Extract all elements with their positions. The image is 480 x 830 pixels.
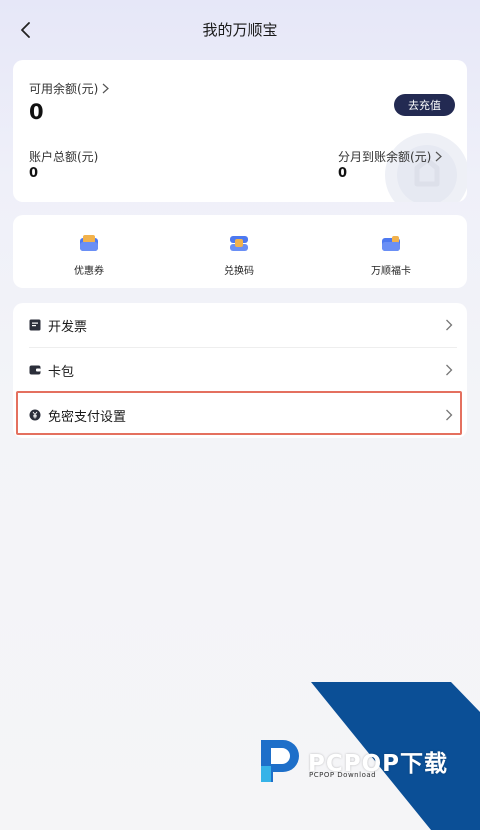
wallet-icon [29, 365, 41, 375]
menu-item-invoice[interactable]: 开发票 [13, 303, 467, 347]
gift-card-icon [382, 236, 400, 251]
coupon-icon [80, 235, 98, 251]
chevron-right-icon [435, 151, 443, 162]
redeem-code-icon [230, 236, 248, 251]
available-balance-label: 可用余额(元) [29, 82, 99, 96]
quick-actions-card: 优惠券 兑换码 万顺福卡 [13, 215, 467, 288]
menu-item-label: 开发票 [48, 319, 88, 335]
available-balance-link[interactable]: 可用余额(元) [29, 80, 110, 97]
chevron-right-icon [446, 364, 453, 376]
balance-card: 可用余额(元) 0 去充值 账户总额(元) 0 分月到账余额(元) 0 [13, 60, 467, 202]
available-balance-value: 0 [29, 100, 44, 124]
coupon-button[interactable]: 优惠券 [49, 233, 129, 277]
highlight-annotation-box [16, 391, 462, 435]
wallet-watermark-icon [385, 133, 467, 202]
quick-action-label: 万顺福卡 [371, 266, 411, 277]
redeem-code-button[interactable]: 兑换码 [199, 233, 279, 277]
recharge-button[interactable]: 去充值 [394, 94, 455, 116]
total-balance-label: 账户总额(元) [29, 150, 99, 164]
chevron-right-icon [446, 319, 453, 331]
quick-action-label: 兑换码 [224, 266, 254, 277]
installment-balance-label: 分月到账余额(元) [338, 150, 432, 164]
watermark-subtitle: PCPOP Download [309, 771, 377, 779]
installment-balance-value: 0 [338, 166, 348, 181]
invoice-icon [29, 319, 41, 331]
menu-item-label: 卡包 [48, 364, 75, 380]
quick-action-label: 优惠券 [74, 266, 104, 277]
total-balance-value: 0 [29, 166, 39, 181]
pcpop-logo-icon [261, 740, 299, 782]
page-title: 我的万顺宝 [202, 21, 278, 39]
gift-card-button[interactable]: 万顺福卡 [351, 233, 431, 277]
header-bar: 我的万顺宝 [0, 0, 480, 60]
installment-balance-link[interactable]: 分月到账余额(元) [338, 148, 443, 165]
menu-item-wallet[interactable]: 卡包 [13, 348, 467, 392]
chevron-right-icon [102, 83, 110, 94]
